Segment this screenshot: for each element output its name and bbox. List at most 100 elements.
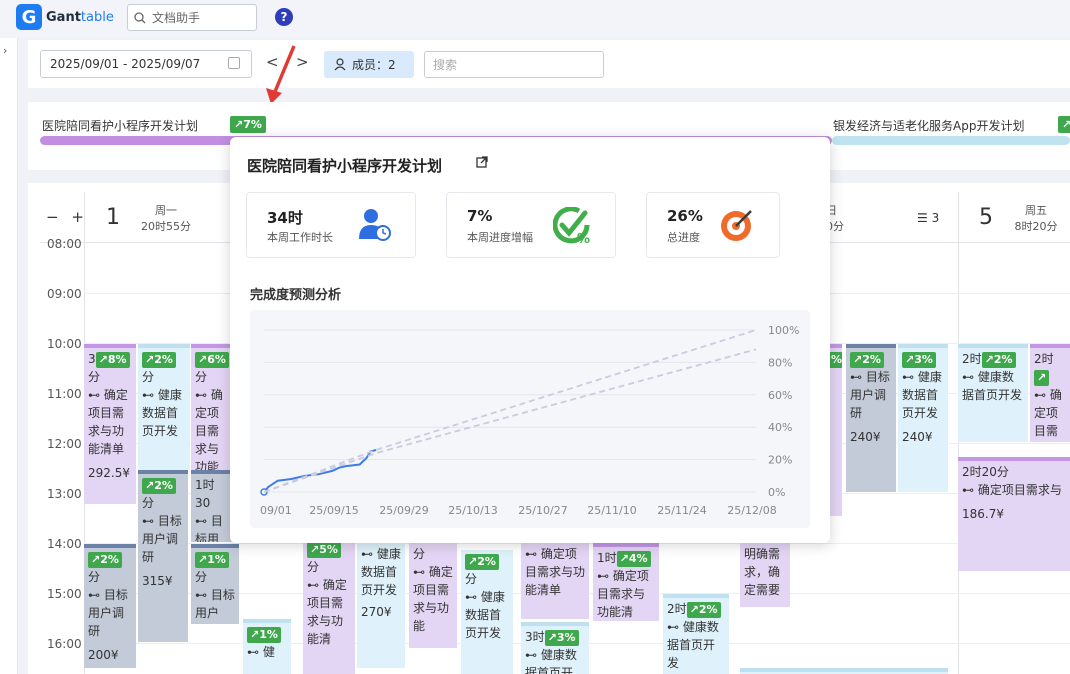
task-card[interactable]: ⊷ 确定项目需求与功能清单 <box>521 543 589 619</box>
app-logo[interactable]: G Gant table <box>16 4 114 30</box>
external-link-icon[interactable] <box>476 156 488 172</box>
subtask-icon: ⊷ <box>902 370 914 384</box>
task-card[interactable]: ↗3% ⊷ 健康数据首页开发 240¥ <box>898 344 948 492</box>
zoom-in-button[interactable]: + <box>71 208 84 226</box>
task-card[interactable]: 1时30 ⊷ 目标用户调研 <box>191 470 233 542</box>
task-card[interactable]: % <box>828 344 842 516</box>
doc-assistant-search[interactable]: 文档助手 <box>127 4 257 31</box>
svg-text:%: % <box>577 232 590 245</box>
task-card[interactable]: ↗2% 分 ⊷ 健康数据首页开发 <box>461 550 513 674</box>
stat-value: 7% <box>467 207 493 225</box>
task-card[interactable]: ↗2% 分 ⊷ 健康数据首页开发 <box>138 344 190 470</box>
task-card[interactable]: ↗2% ⊷ 目标用户调研 240¥ <box>846 344 896 492</box>
task-card[interactable]: 3 ↗8% 分 ⊷ 确定项目需求与功能清单 292.5¥ <box>84 344 136 504</box>
members-filter-button[interactable]: 成员：2 <box>324 51 414 78</box>
task-duration-unit: 分 <box>195 570 208 584</box>
app-name-part2: table <box>80 9 114 25</box>
list-icon: ☰ <box>917 211 928 225</box>
task-card[interactable]: 2时 ↗2% ⊷ 健康数据首页开发 <box>958 344 1028 442</box>
popup-title: 医院陪同看护小程序开发计划 <box>247 157 443 175</box>
chart-y-tick-label: 100% <box>768 324 799 337</box>
task-cost: 240¥ <box>850 430 881 444</box>
subtask-icon: ⊷ <box>525 648 537 662</box>
task-list-toggle[interactable]: ☰ 3 <box>917 211 939 225</box>
project-name[interactable]: 医院陪同看护小程序开发计划 <box>42 117 198 134</box>
task-card[interactable]: ↗1% 分 ⊷ 目标用户 <box>191 544 239 624</box>
task-card[interactable]: 2时20分 ⊷ 确定项目需求与 186.7¥ <box>958 457 1070 571</box>
task-card[interactable]: 3时 ↗3% ⊷ 健康数据首页开 <box>521 622 589 674</box>
progress-check-icon: % <box>553 207 590 245</box>
task-cost: 315¥ <box>142 574 173 588</box>
task-card[interactable]: ↗1% ⊷ 健 <box>243 619 291 674</box>
subtask-icon: ⊷ <box>247 645 259 659</box>
project-progress-badge: ↗ <box>1058 116 1070 133</box>
task-card[interactable]: 明确需求，确定需要 <box>740 543 790 607</box>
task-duration: 3时 <box>525 630 545 644</box>
chart-y-tick-label: 20% <box>768 454 792 467</box>
search-input[interactable]: 搜索 <box>424 51 604 78</box>
chart-x-tick-label: 25/10/13 <box>448 504 497 517</box>
hour-label: 14:00 <box>47 537 82 551</box>
task-card[interactable]: ⊷ 健康数据首页开发 270¥ <box>357 543 405 668</box>
task-name: 健 <box>262 645 275 659</box>
user-clock-icon <box>359 209 391 241</box>
members-label: 成员：2 <box>352 58 396 72</box>
chart-x-tick-label: 25/10/27 <box>518 504 567 517</box>
task-card[interactable]: ↗6% 分 ⊷ 确定项目需求与功能 <box>191 344 233 470</box>
expand-sidebar-icon[interactable]: › <box>3 44 7 57</box>
chart-x-tick-label: 25/09/29 <box>379 504 428 517</box>
task-card[interactable]: ↗2% 分 ⊷ 目标用户调研 200¥ <box>84 544 136 668</box>
project-name[interactable]: 银发经济与适老化服务App开发计划 <box>833 117 1024 134</box>
task-duration: 1时 <box>597 551 617 565</box>
date-range-picker[interactable]: 2025/09/01 - 2025/09/07 <box>40 50 252 78</box>
task-progress-badge: ↗2% <box>686 602 721 618</box>
zoom-out-button[interactable]: − <box>46 208 59 226</box>
subtask-icon: ⊷ <box>195 588 207 602</box>
task-card[interactable]: 1时 ↗4% ⊷ 确定项目需求与功能清 <box>593 543 659 621</box>
chart-x-tick-label: 25/11/10 <box>587 504 636 517</box>
day-header: 周五 8时20分 <box>1008 202 1064 234</box>
subtask-icon: ⊷ <box>1034 388 1046 402</box>
task-progress-badge: ↗2% <box>142 478 176 494</box>
project-progress-bar[interactable] <box>832 136 1070 145</box>
task-card[interactable]: ↗2% 分 ⊷ 目标用户调研 315¥ <box>138 470 188 642</box>
task-progress-badge: ↗2% <box>850 352 884 368</box>
task-cost: 240¥ <box>902 430 933 444</box>
subtask-icon: ⊷ <box>413 565 425 579</box>
task-duration-unit: 分 <box>413 547 426 561</box>
prediction-chart: 100% 80% 60% 40% 20% 0% 09/01 25/09/15 25/09/29… <box>250 310 810 528</box>
task-card[interactable]: 2时 ↗2% ⊷ 健康数据首页开发 <box>663 594 729 674</box>
prediction-title: 完成度预测分析 <box>250 288 342 303</box>
stat-value: 26% <box>667 207 703 225</box>
task-duration-unit: 分 <box>307 560 320 574</box>
search-icon <box>134 11 146 23</box>
task-duration-unit: 分 <box>88 370 101 384</box>
task-progress-badge: ↗2% <box>142 352 176 368</box>
task-duration: 2时 <box>667 602 687 616</box>
help-icon[interactable]: ? <box>275 8 293 26</box>
subtask-icon: ⊷ <box>195 388 207 402</box>
task-progress-badge: ↗5% <box>307 542 341 558</box>
subtask-icon: ⊷ <box>88 588 100 602</box>
task-name: 确定项目需求与 <box>977 483 1062 497</box>
task-progress-badge: ↗3% <box>544 630 579 646</box>
task-duration-unit: 分 <box>142 496 155 510</box>
project-progress-badge: ↗7% <box>230 116 266 133</box>
day-duration: 8时20分 <box>1014 220 1058 233</box>
subtask-icon: ⊷ <box>667 620 679 634</box>
calendar-icon[interactable] <box>228 57 240 69</box>
task-card[interactable]: 2时↗ ⊷ 确定项目需求与功能单 <box>1030 344 1070 442</box>
hour-label: 13:00 <box>47 487 82 501</box>
task-cost: 200¥ <box>88 648 119 662</box>
task-progress-badge: ↗2% <box>465 554 499 570</box>
day-of-week: 周五 <box>1025 204 1047 217</box>
task-card[interactable]: 分 ⊷ 确定项目需求与功能 <box>409 543 457 648</box>
day-duration: 20时55分 <box>141 220 191 233</box>
task-cost: 292.5¥ <box>88 466 130 480</box>
user-icon <box>334 58 346 71</box>
task-card[interactable] <box>740 668 948 674</box>
chart-x-tick-label: 25/12/08 <box>727 504 776 517</box>
task-card[interactable]: ↗5% 分 ⊷ 确定项目需求与功能清 <box>303 538 355 674</box>
task-progress-badge: % <box>828 352 842 368</box>
subtask-icon: ⊷ <box>597 569 609 583</box>
